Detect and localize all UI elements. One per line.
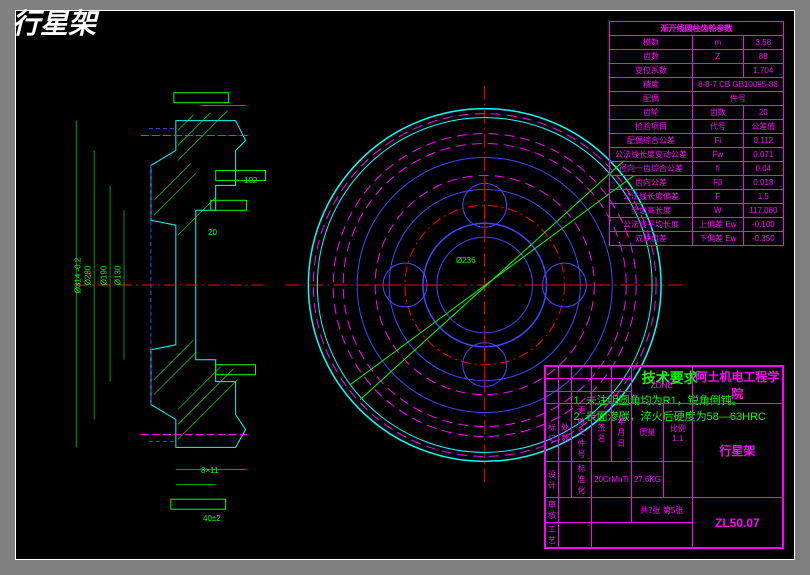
zone: ZONE	[631, 367, 692, 404]
sheet-info: 共7张 第5张	[631, 498, 692, 523]
drawing-frame: Ø314 -0.2 Ø280 Ø190 Ø130 102 8×11 40±2 2…	[15, 10, 795, 560]
dim-d130: Ø130	[113, 266, 122, 286]
title-overlay: 行星架	[12, 2, 96, 42]
gear-table-title: 渐开线圆柱齿轮参数	[610, 22, 784, 36]
dim-d280: Ø280	[83, 266, 92, 286]
material: 20CrMnTi	[592, 462, 632, 498]
gear-parameter-table: 渐开线圆柱齿轮参数 模数m3.58 齿数Z88 变位系数1.704 精度8-8-…	[609, 21, 784, 246]
dim-102: 102	[244, 176, 257, 185]
dim-8x11: 8×11	[201, 466, 218, 475]
dim-d314: Ø314 -0.2	[73, 258, 82, 294]
section-view	[76, 93, 265, 509]
part-name: 行星架	[692, 404, 782, 498]
title-block: ZONE 阿土机电工程学院 标记 处数 更改文件号 签名 年月日 质量 比例1:…	[544, 365, 784, 549]
dim-d190: Ø190	[99, 266, 108, 286]
part-number: ZL50.07	[692, 498, 782, 548]
dim-d236: Ø236	[456, 256, 476, 265]
dim-40pm2: 40±2	[203, 514, 221, 523]
dim-20: 20	[208, 228, 217, 237]
institution: 阿土机电工程学院	[692, 367, 782, 404]
